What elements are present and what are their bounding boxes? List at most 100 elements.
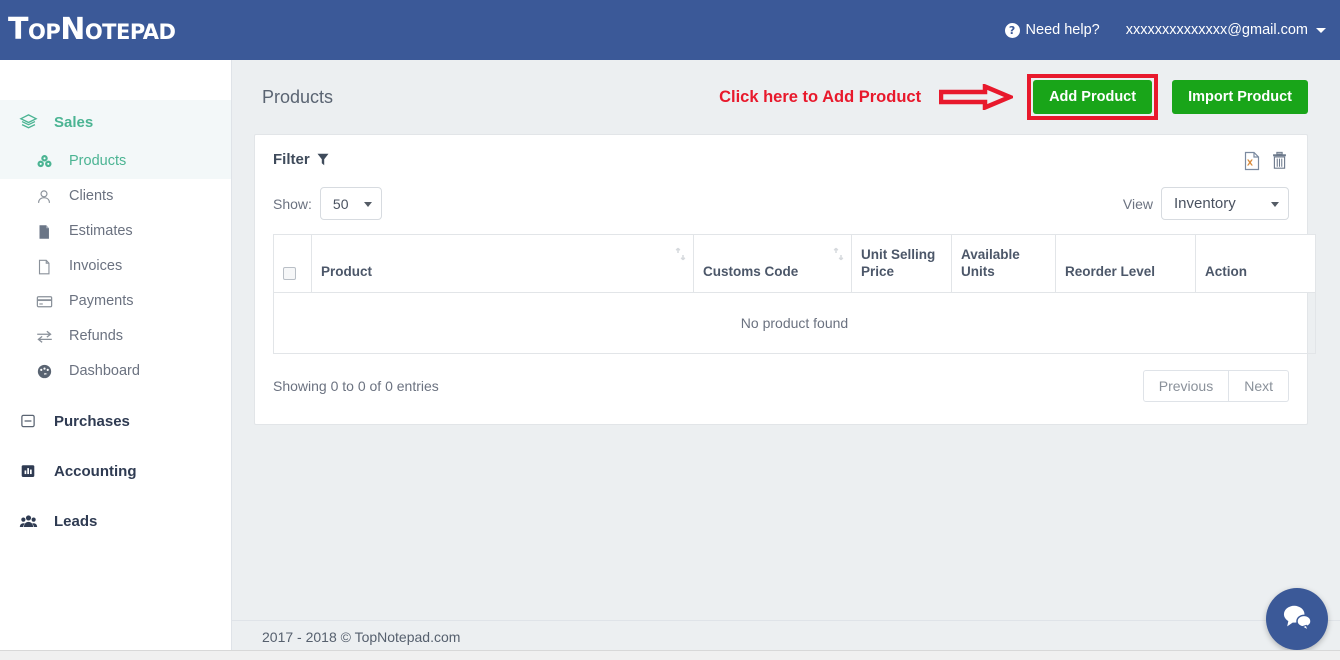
funnel-icon — [317, 153, 329, 166]
column-product[interactable]: Product — [311, 234, 694, 293]
exchange-icon — [34, 327, 54, 347]
sidebar-section-label: Leads — [54, 512, 98, 530]
products-panel: Filter X Show: 50 View Inventory Product… — [254, 134, 1316, 425]
products-table: Product Customs Code Unit Selling Price … — [273, 234, 1316, 354]
sidebar-item-label: Products — [69, 153, 127, 170]
select-all-checkbox[interactable] — [283, 267, 296, 280]
panel-tool-icons: X — [1243, 151, 1289, 171]
sidebar-top-spacer — [0, 60, 231, 100]
estimate-icon — [34, 222, 54, 242]
export-excel-icon[interactable]: X — [1243, 151, 1261, 171]
sidebar-item-label: Invoices — [69, 258, 123, 275]
brand-logo[interactable]: TopNotepad — [8, 15, 176, 45]
view-label: View — [1122, 195, 1153, 212]
invoice-icon — [34, 257, 54, 277]
dashboard-icon — [34, 362, 54, 382]
layers-icon — [18, 112, 38, 132]
sidebar-item-clients[interactable]: Clients — [0, 179, 231, 214]
sidebar-item-payments[interactable]: Payments — [0, 284, 231, 319]
filter-label: Filter — [273, 151, 310, 168]
table-controls-row: Show: 50 View Inventory — [273, 187, 1289, 220]
card-icon — [34, 292, 54, 312]
chevron-down-icon — [1271, 201, 1279, 207]
sort-icon — [833, 247, 844, 261]
table-footer: Showing 0 to 0 of 0 entries Previous Nex… — [273, 370, 1289, 402]
minus-box-icon — [18, 411, 38, 431]
sidebar-item-label: Refunds — [69, 328, 124, 345]
chat-bubbles-icon — [1281, 603, 1313, 636]
column-reorder-level-label: Reorder Level — [1065, 263, 1156, 279]
right-arrow-annotation — [938, 83, 1016, 111]
sidebar-section-accounting[interactable]: Accounting — [0, 449, 231, 493]
view-select-group: View Inventory — [1123, 187, 1289, 220]
add-product-button[interactable]: Add Product — [1033, 80, 1153, 114]
sidebar-item-dashboard[interactable]: Dashboard — [0, 354, 231, 389]
horizontal-scrollbar[interactable] — [0, 650, 1340, 660]
chat-widget-button[interactable] — [1266, 588, 1328, 650]
column-available-units-label: Available Units — [961, 247, 1020, 279]
products-icon — [34, 152, 54, 172]
chevron-down-icon — [363, 201, 372, 207]
client-icon — [34, 187, 54, 207]
column-select-all — [273, 234, 312, 293]
previous-page-button[interactable]: Previous — [1142, 370, 1230, 402]
pagination: Previous Next — [1142, 370, 1289, 402]
page-header: Products Click here to Add Product Add P… — [232, 60, 1340, 134]
show-entries-value: 50 — [332, 195, 349, 212]
sidebar-item-refunds[interactable]: Refunds — [0, 319, 231, 354]
column-action: Action — [1195, 234, 1316, 293]
table-header-row: Product Customs Code Unit Selling Price … — [273, 234, 1316, 293]
sidebar-section-leads[interactable]: Leads — [0, 499, 231, 543]
sidebar-navigation: Sales Products Clients Estimates Invoice… — [0, 60, 232, 660]
import-product-button[interactable]: Import Product — [1172, 80, 1308, 114]
sidebar-section-label: Sales — [54, 113, 94, 131]
column-reorder-level: Reorder Level — [1055, 234, 1196, 293]
show-label: Show: — [273, 195, 312, 212]
column-action-label: Action — [1205, 263, 1247, 279]
sort-icon — [675, 247, 686, 261]
user-account-menu[interactable]: xxxxxxxxxxxxxx@gmail.com — [1126, 22, 1326, 38]
column-unit-selling-price: Unit Selling Price — [851, 234, 952, 293]
column-unit-selling-price-label: Unit Selling Price — [861, 247, 936, 279]
panel-toolbar: Filter X — [273, 151, 1289, 171]
svg-text:X: X — [1247, 158, 1254, 167]
filter-toggle[interactable]: Filter — [273, 151, 329, 168]
question-circle-icon: ? — [1004, 22, 1020, 38]
sidebar-item-invoices[interactable]: Invoices — [0, 249, 231, 284]
table-header: Product Customs Code Unit Selling Price … — [273, 234, 1316, 293]
page-header-actions: Click here to Add Product Add Product Im… — [719, 74, 1308, 120]
annotation-text: Click here to Add Product — [719, 87, 922, 106]
add-product-highlight-box: Add Product — [1027, 74, 1159, 120]
chevron-down-icon — [1316, 27, 1326, 33]
entries-summary: Showing 0 to 0 of 0 entries — [273, 378, 439, 394]
view-select-value: Inventory — [1174, 195, 1236, 212]
scrollbar-thumb[interactable] — [0, 651, 300, 660]
column-available-units: Available Units — [951, 234, 1056, 293]
need-help-link[interactable]: ? Need help? — [1004, 22, 1100, 38]
column-product-label: Product — [321, 263, 373, 279]
app-root: TopNotepad ? Need help? xxxxxxxxxxxxxx@g… — [0, 0, 1340, 660]
next-page-button[interactable]: Next — [1229, 370, 1289, 402]
empty-message: No product found — [273, 292, 1316, 354]
column-customs-code[interactable]: Customs Code — [693, 234, 852, 293]
sidebar-item-label: Estimates — [69, 223, 133, 240]
trash-icon[interactable] — [1271, 151, 1289, 171]
table-empty-row: No product found — [273, 292, 1316, 354]
page-title: Products — [262, 86, 334, 107]
sidebar-section-label: Purchases — [54, 412, 130, 430]
copyright-text: 2017 - 2018 © TopNotepad.com — [262, 629, 461, 645]
sidebar-section-purchases[interactable]: Purchases — [0, 399, 231, 443]
sidebar-item-label: Dashboard — [69, 363, 140, 380]
user-email-label: xxxxxxxxxxxxxx@gmail.com — [1125, 22, 1308, 38]
show-entries-select[interactable]: 50 — [319, 187, 382, 220]
sidebar-item-estimates[interactable]: Estimates — [0, 214, 231, 249]
bar-chart-icon — [18, 461, 38, 481]
sidebar-item-products[interactable]: Products — [0, 144, 231, 179]
sidebar-section-sales[interactable]: Sales — [0, 100, 231, 144]
view-select[interactable]: Inventory — [1161, 187, 1289, 220]
people-icon — [18, 511, 38, 531]
main-content: Products Click here to Add Product Add P… — [232, 60, 1340, 620]
page-footer: 2017 - 2018 © TopNotepad.com — [232, 620, 1340, 653]
sidebar-item-label: Payments — [69, 293, 134, 310]
column-customs-code-label: Customs Code — [703, 263, 799, 279]
